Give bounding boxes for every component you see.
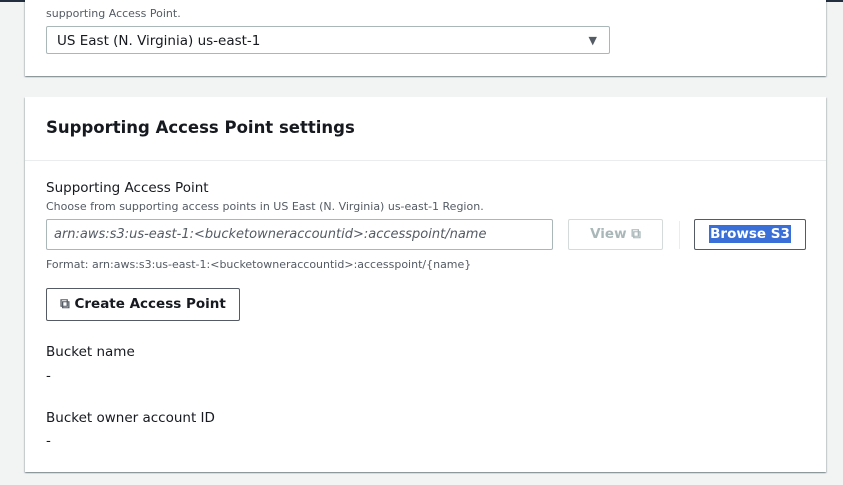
create-label: Create Access Point (74, 296, 226, 312)
view-button[interactable]: View ⧉ (568, 219, 663, 250)
owner-label: Bucket owner account ID (46, 410, 215, 426)
bucket-name-value: - (46, 368, 51, 384)
browse-s3-button[interactable]: Browse S3 (694, 219, 806, 250)
access-point-input[interactable]: arn:aws:s3:us-east-1:<bucketowneraccount… (46, 219, 553, 250)
external-link-icon: ⧉ (631, 226, 641, 242)
caret-down-icon: ▼ (588, 34, 597, 47)
region-description: supporting Access Point. (46, 7, 181, 20)
settings-header: Supporting Access Point settings (25, 97, 826, 161)
browse-label: Browse S3 (709, 225, 791, 243)
region-select[interactable]: US East (N. Virginia) us-east-1 ▼ (46, 26, 610, 54)
region-card: supporting Access Point. US East (N. Vir… (25, 0, 826, 76)
owner-value: - (46, 433, 51, 449)
settings-title: Supporting Access Point settings (46, 118, 355, 137)
ap-label: Supporting Access Point (46, 180, 209, 196)
settings-card: Supporting Access Point settings Support… (25, 97, 826, 472)
divider (679, 221, 680, 249)
format-hint: Format: arn:aws:s3:us-east-1:<bucketowne… (46, 258, 472, 271)
region-select-value: US East (N. Virginia) us-east-1 (57, 33, 261, 49)
bucket-name-label: Bucket name (46, 344, 135, 360)
create-access-point-button[interactable]: ⧉ Create Access Point (46, 288, 240, 321)
view-label: View (590, 226, 627, 242)
ap-description: Choose from supporting access points in … (46, 200, 484, 213)
external-link-icon: ⧉ (60, 296, 70, 312)
